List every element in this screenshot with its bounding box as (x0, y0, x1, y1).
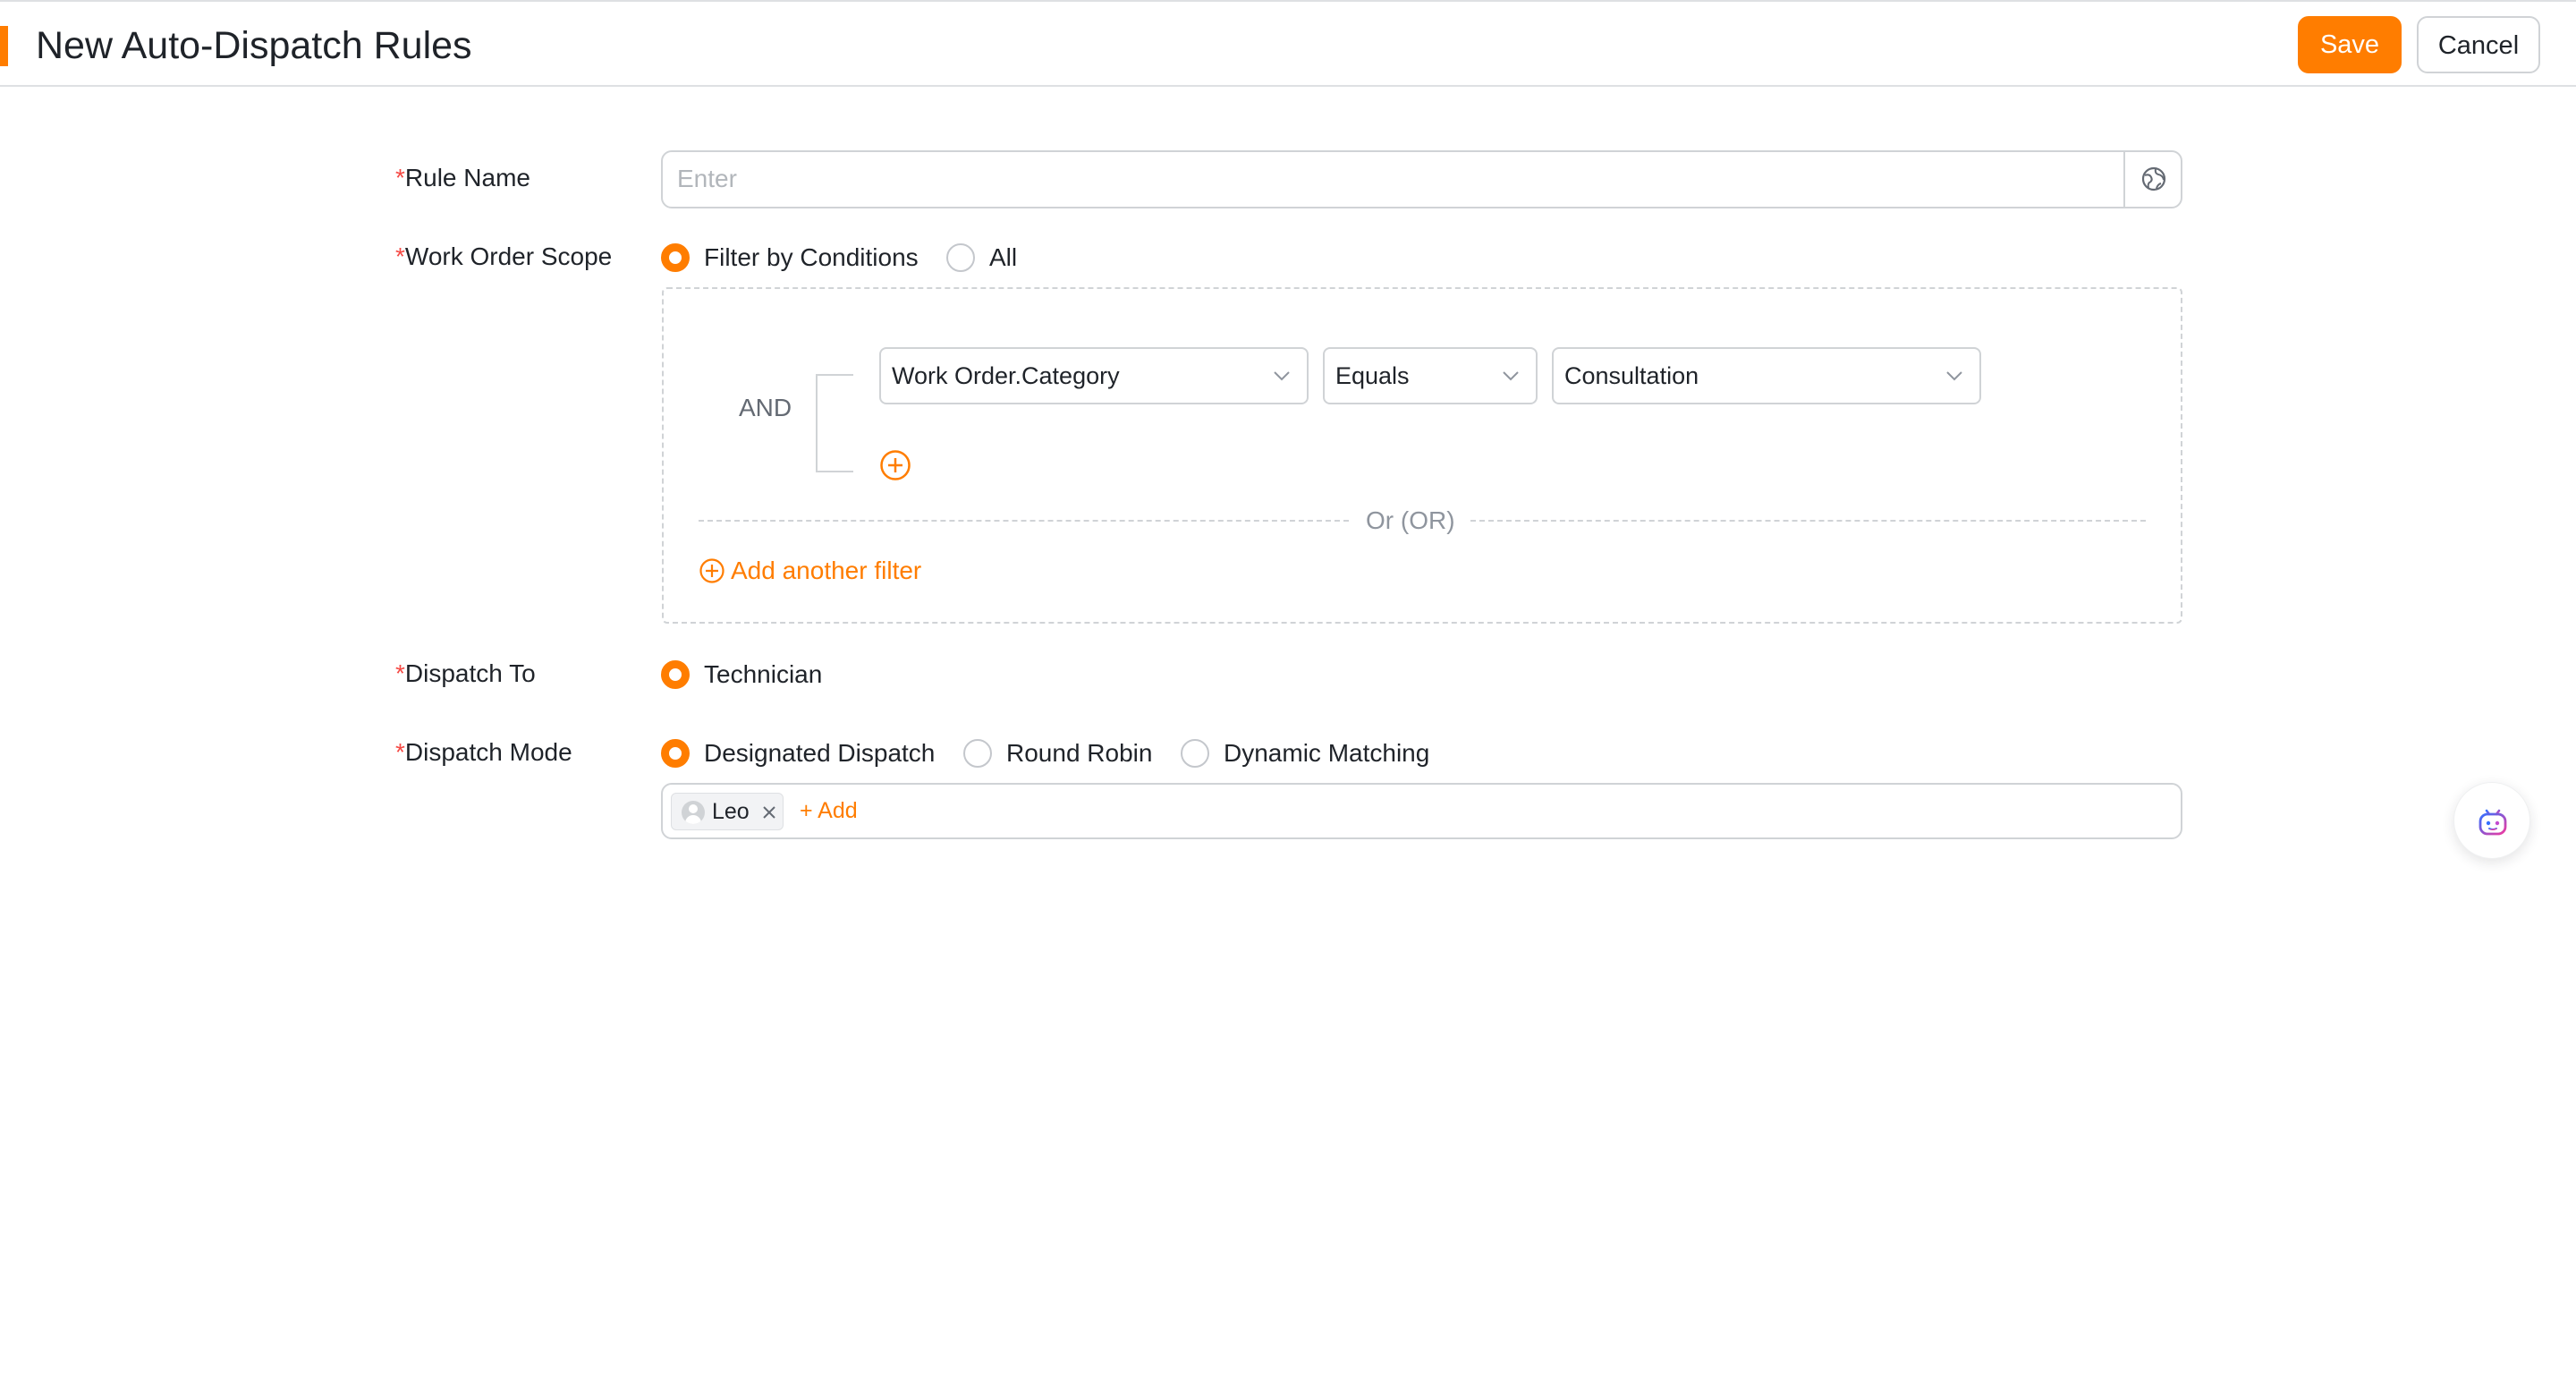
dispatch-to-technician-label[interactable]: Technician (704, 659, 822, 691)
cancel-button[interactable]: Cancel (2417, 16, 2540, 73)
required-mark: * (395, 164, 405, 191)
add-assignee-link[interactable]: + Add (800, 796, 858, 825)
assignee-name: Leo (712, 799, 750, 824)
robot-assistant-icon (2479, 809, 2507, 836)
condition-value-value: Consultation (1564, 362, 1699, 389)
mode-round-robin-label[interactable]: Round Robin (1006, 737, 1152, 769)
assistant-button[interactable] (2453, 782, 2530, 859)
add-another-filter-label: Add another filter (731, 557, 922, 584)
rule-name-input[interactable]: Enter (661, 150, 2182, 208)
assignee-tag: Leo (671, 793, 784, 830)
save-button[interactable]: Save (2298, 16, 2402, 73)
add-another-filter-button[interactable]: Add another filter (699, 555, 921, 587)
scope-filter-radio[interactable] (661, 243, 690, 272)
dispatch-to-technician-radio[interactable] (661, 660, 690, 689)
and-bracket (816, 374, 853, 472)
mode-dynamic-matching-label[interactable]: Dynamic Matching (1224, 737, 1429, 769)
chevron-down-icon (1274, 371, 1290, 381)
or-divider-right (1470, 520, 2146, 522)
required-mark: * (395, 242, 405, 270)
mode-dynamic-matching-radio[interactable] (1181, 739, 1209, 768)
condition-operator-value: Equals (1335, 362, 1410, 389)
and-logic-label: AND (739, 394, 792, 421)
work-order-scope-label: *Work Order Scope (395, 242, 613, 270)
or-separator-label: Or (OR) (1366, 506, 1455, 534)
assignee-selector[interactable]: Leo + Add (661, 783, 2182, 839)
chevron-down-icon (1946, 371, 1962, 381)
language-toggle-button[interactable] (2123, 152, 2181, 207)
mode-designated-label[interactable]: Designated Dispatch (704, 737, 935, 769)
page-title: New Auto-Dispatch Rules (36, 24, 472, 67)
globe-icon (2141, 166, 2166, 191)
scope-all-radio[interactable] (946, 243, 975, 272)
title-accent-bar (0, 26, 8, 66)
plus-circle-icon (699, 558, 724, 583)
avatar (682, 801, 705, 824)
rule-name-placeholder: Enter (677, 165, 737, 192)
chevron-down-icon (1503, 371, 1519, 381)
condition-field-select[interactable]: Work Order.Category (879, 347, 1309, 404)
condition-operator-select[interactable]: Equals (1323, 347, 1538, 404)
dispatch-mode-label: *Dispatch Mode (395, 738, 572, 766)
condition-field-value: Work Order.Category (892, 362, 1120, 389)
mode-round-robin-radio[interactable] (963, 739, 992, 768)
required-mark: * (395, 738, 405, 766)
page-header: New Auto-Dispatch Rules Save Cancel (0, 0, 2576, 87)
mode-designated-radio[interactable] (661, 739, 690, 768)
close-icon[interactable] (761, 804, 777, 820)
scope-all-label[interactable]: All (989, 242, 1017, 274)
condition-value-select[interactable]: Consultation (1552, 347, 1981, 404)
dispatch-to-label: *Dispatch To (395, 659, 536, 687)
scope-filter-label[interactable]: Filter by Conditions (704, 242, 919, 274)
required-mark: * (395, 659, 405, 687)
add-condition-icon[interactable] (879, 449, 911, 481)
rule-name-label: *Rule Name (395, 164, 530, 191)
or-divider-left (699, 520, 1349, 522)
